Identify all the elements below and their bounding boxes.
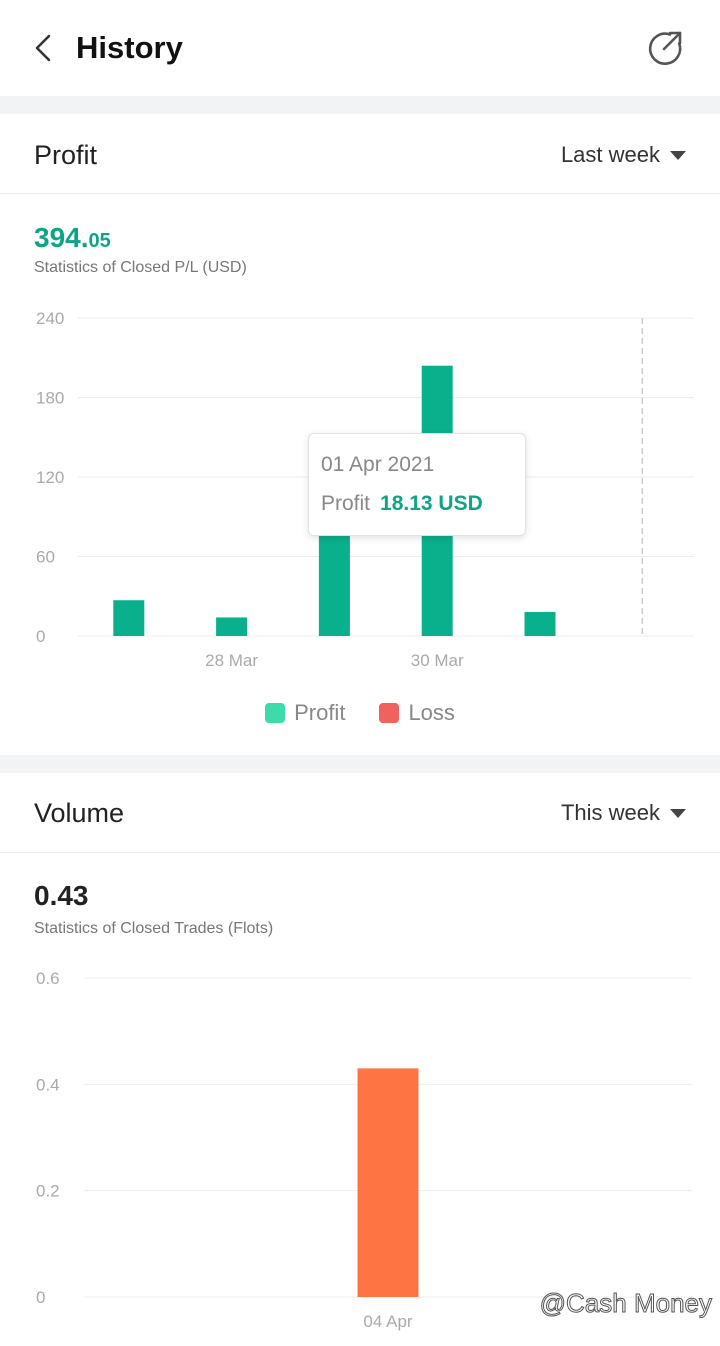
- tooltip-label: Profit: [321, 492, 371, 515]
- profit-section-title: Profit: [34, 140, 98, 170]
- divider: [0, 193, 720, 194]
- profit-total-integer: 394.: [34, 222, 89, 253]
- legend-label-loss: Loss: [408, 700, 455, 725]
- app-header: History: [0, 0, 720, 96]
- y-tick-label: 180: [36, 389, 64, 408]
- volume-stat-label: Statistics of Closed Trades (Flots): [34, 920, 274, 937]
- volume-period-dropdown[interactable]: This week: [561, 798, 686, 828]
- caret-down-icon: [670, 150, 686, 160]
- profit-bar: [524, 611, 556, 636]
- chart-legend: Profit Loss: [0, 700, 720, 726]
- volume-section-title: Volume: [34, 798, 125, 828]
- profit-bar: [216, 617, 248, 636]
- y-tick-label: 60: [36, 548, 55, 567]
- y-tick-label: 120: [36, 468, 64, 487]
- chart-tooltip: 01 Apr 2021 Profit 18.13 USD: [308, 433, 526, 536]
- volume-period-label: This week: [560, 800, 660, 825]
- section-separator: [0, 96, 720, 114]
- watermark: @Cash Money: [539, 1288, 712, 1319]
- back-button[interactable]: [24, 28, 64, 68]
- volume-total: 0.43: [34, 878, 89, 919]
- profit-bar: [113, 600, 145, 636]
- tooltip-value: 18.13 USD: [380, 492, 483, 515]
- legend-item-loss[interactable]: Loss: [379, 700, 455, 726]
- x-tick-label: 28 Mar: [205, 651, 258, 670]
- profit-total-decimal: 05: [88, 230, 111, 252]
- section-separator: [0, 755, 720, 773]
- legend-swatch-loss: [379, 703, 400, 723]
- y-tick-label: 0.2: [36, 1182, 60, 1201]
- y-tick-label: 240: [36, 309, 64, 328]
- y-tick-label: 0: [36, 1288, 45, 1307]
- x-tick-label: 04 Apr: [363, 1312, 412, 1331]
- chevron-left-icon: [35, 34, 51, 62]
- page-title: History: [76, 30, 183, 65]
- y-tick-label: 0.6: [36, 969, 60, 988]
- volume-total-value: 0.43: [34, 880, 89, 911]
- divider: [0, 852, 720, 853]
- share-arrow-icon: [648, 31, 682, 65]
- profit-stat-label: Statistics of Closed P/L (USD): [34, 259, 247, 276]
- profit-period-dropdown[interactable]: Last week: [561, 140, 686, 170]
- x-tick-label: 30 Mar: [411, 651, 464, 670]
- profit-period-label: Last week: [560, 142, 660, 167]
- y-tick-label: 0: [36, 627, 45, 646]
- legend-swatch-profit: [265, 703, 286, 723]
- caret-down-icon: [670, 808, 686, 818]
- legend-label-profit: Profit: [294, 700, 346, 725]
- y-tick-label: 0.4: [36, 1075, 60, 1094]
- share-button[interactable]: [644, 27, 686, 69]
- tooltip-row: Profit 18.13 USD: [321, 492, 483, 516]
- tooltip-date: 01 Apr 2021: [321, 453, 435, 476]
- volume-bar: [357, 1068, 419, 1297]
- legend-item-profit[interactable]: Profit: [265, 700, 345, 726]
- profit-total: 394.05: [34, 220, 111, 261]
- volume-chart: 0 0.2 0.4 0.6 04 Apr: [36, 969, 692, 1331]
